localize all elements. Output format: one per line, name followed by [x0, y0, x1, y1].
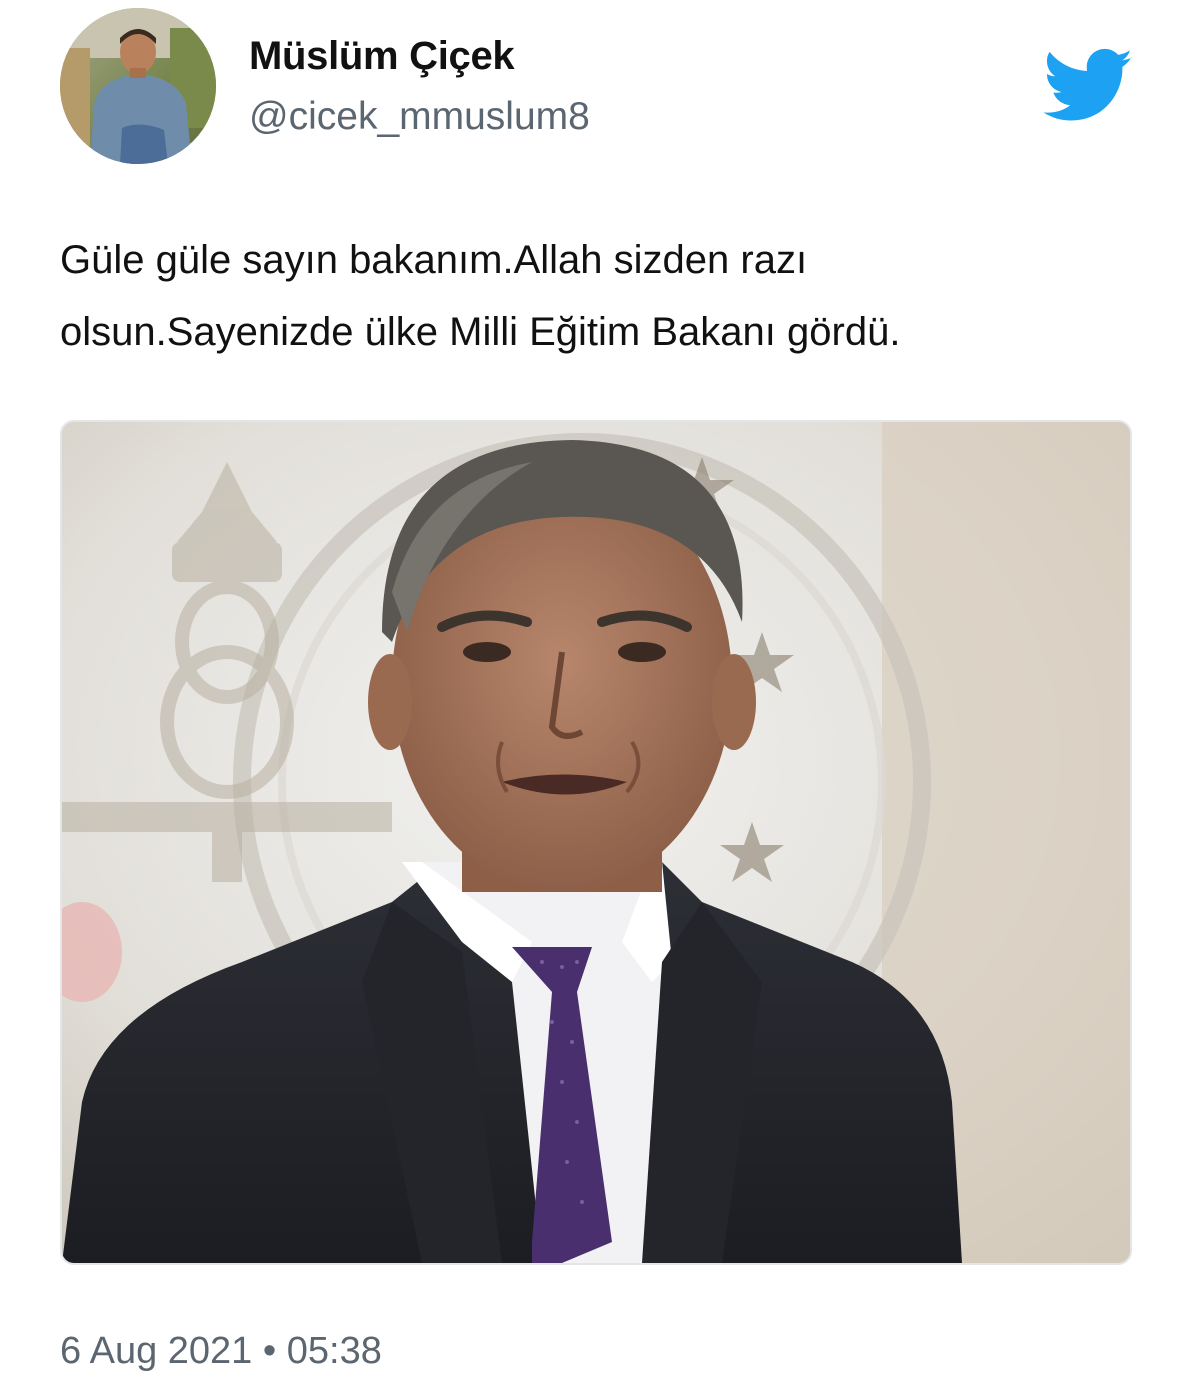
- tweet-card: Müslüm Çiçek @cicek_mmuslum8 Güle güle s…: [0, 0, 1200, 1383]
- twitter-bird-icon-svg: [1043, 48, 1133, 121]
- tweet-timestamp[interactable]: 6 Aug 2021 • 05:38: [60, 1330, 382, 1373]
- tweet-text-line-1: Güle güle sayın bakanım.Allah sizden raz…: [60, 238, 808, 282]
- attached-photo: [62, 422, 1130, 1263]
- tweet-time: 05:38: [286, 1330, 382, 1372]
- tweet-text-line-2: olsun.Sayenizde ülke Milli Eğitim Bakanı…: [60, 310, 901, 354]
- avatar-photo: [60, 8, 216, 164]
- tweet-text: Güle güle sayın bakanım.Allah sizden raz…: [60, 224, 1160, 368]
- twitter-bird-icon[interactable]: [1043, 48, 1134, 124]
- author-display-name[interactable]: Müslüm Çiçek: [249, 34, 515, 79]
- tweet-date: 6 Aug 2021: [60, 1330, 253, 1372]
- author-handle[interactable]: @cicek_mmuslum8: [249, 95, 590, 139]
- author-avatar[interactable]: [60, 8, 216, 164]
- timestamp-separator: •: [262, 1330, 277, 1372]
- tweet-media-photo[interactable]: [60, 420, 1132, 1265]
